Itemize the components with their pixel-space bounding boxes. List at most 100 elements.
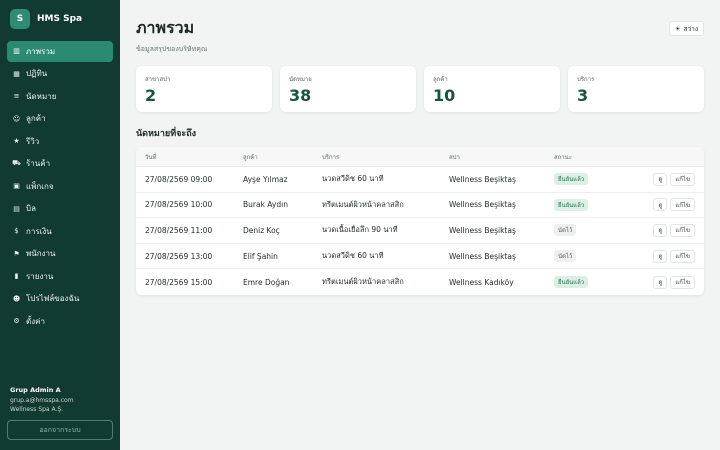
cell-status: ยืนยันแล้ว: [554, 173, 636, 186]
cell-date: 27/08/2569 13:00: [145, 251, 213, 261]
user-name: Grup Admin A: [10, 386, 61, 394]
table-body: 27/08/2569 09:00 Ayşe Yılmaz นวดสวีดิช 60 …: [136, 167, 704, 295]
stat-label: บริการ: [577, 76, 595, 83]
sidebar-item-label: ลูกค้า: [26, 114, 46, 124]
status-badge: ยืนยันแล้ว: [554, 198, 589, 211]
cell-spa: Wellness Beşiktaş: [449, 200, 516, 210]
cell-service: ทรีตเมนต์ผิวหน้าคลาสสิก: [322, 277, 404, 287]
page-title: ภาพรวม: [136, 18, 195, 37]
col-status: สถานะ: [554, 153, 572, 161]
view-button[interactable]: ดู: [653, 198, 668, 212]
table-row: 27/08/2569 13:00 Elif Şahin นวดสวีดิช 60 น…: [136, 244, 704, 270]
sidebar-item-0[interactable]: ▥ ภาพรวม: [7, 41, 113, 62]
edit-button[interactable]: แก้ไข: [670, 223, 695, 237]
cell-actions: ดู แก้ไข: [636, 249, 704, 263]
stat-label: สาขาสปา: [145, 76, 171, 83]
stat-value: 10: [433, 86, 456, 105]
brand[interactable]: S HMS Spa: [0, 0, 120, 38]
col-date: วันที่: [145, 153, 157, 161]
cell-actions: ดู แก้ไข: [636, 198, 704, 212]
nav-icon: ⚑: [13, 249, 20, 258]
col-service: บริการ: [322, 153, 340, 161]
status-badge: นัดไว้: [554, 250, 577, 263]
stat-card: บริการ 3: [568, 66, 704, 112]
cell-actions: ดู แก้ไข: [636, 172, 704, 186]
stat-card: ลูกค้า 10: [424, 66, 560, 112]
sidebar-item-label: การเงิน: [26, 226, 52, 236]
cell-status: นัดไว้: [554, 224, 636, 237]
nav-icon: ⛟: [12, 159, 21, 168]
cell-date: 27/08/2569 15:00: [145, 277, 213, 287]
sidebar-item-label: แพ็กเกจ: [26, 181, 54, 191]
status-badge: ยืนยันแล้ว: [554, 173, 589, 186]
sidebar-item-11[interactable]: ☻ โปรไฟล์ของฉัน: [7, 289, 113, 310]
sidebar-item-1[interactable]: ▦ ปฏิทิน: [7, 64, 113, 85]
appointments-table: วันที่ ลูกค้า บริการ สปา สถานะ 27/08/256…: [136, 147, 704, 295]
table-row: 27/08/2569 11:00 Deniz Koç นวดเนื้อเยื่อลึ…: [136, 218, 704, 244]
cell-status: นัดไว้: [554, 250, 636, 263]
theme-toggle-button[interactable]: ☀ สว่าง: [668, 21, 704, 36]
cell-status: ยืนยันแล้ว: [554, 276, 636, 289]
stat-value: 38: [289, 86, 312, 105]
status-badge: นัดไว้: [554, 224, 577, 237]
cell-service: นวดสวีดิช 60 นาที: [322, 251, 384, 261]
edit-button[interactable]: แก้ไข: [670, 249, 695, 263]
sidebar-item-3[interactable]: ☺ ลูกค้า: [7, 109, 113, 130]
nav-icon: $: [14, 227, 19, 236]
page-subtitle: ข้อมูลสรุปของบริษัทคุณ: [136, 45, 208, 53]
stat-card: สาขาสปา 2: [136, 66, 272, 112]
cell-actions: ดู แก้ไข: [636, 275, 704, 289]
main-content: ภาพรวม ข้อมูลสรุปของบริษัทคุณ ☀ สว่าง สา…: [120, 0, 720, 450]
cell-service: นวดสวีดิช 60 นาที: [322, 174, 384, 184]
cell-actions: ดู แก้ไข: [636, 223, 704, 237]
view-button[interactable]: ดู: [653, 223, 668, 237]
sidebar-item-7[interactable]: ▤ บิล: [7, 199, 113, 220]
cell-date: 27/08/2569 10:00: [145, 200, 213, 210]
sidebar: S HMS Spa ▥ ภาพรวม ▦ ปฏิทิน ≡ นัดหมาย ☺ ลูกค้า ★…: [0, 0, 120, 450]
sidebar-item-label: ตั้งค่า: [26, 316, 45, 326]
cell-customer: Ayşe Yılmaz: [243, 174, 288, 184]
view-button[interactable]: ดู: [653, 275, 668, 289]
user-company: Wellness Spa A.Ş.: [10, 406, 64, 413]
stat-value: 3: [577, 86, 589, 105]
view-button[interactable]: ดู: [653, 249, 668, 263]
table-header: วันที่ ลูกค้า บริการ สปา สถานะ: [136, 147, 704, 167]
sidebar-item-label: พนักงาน: [26, 249, 56, 259]
sidebar-item-label: รายงาน: [26, 271, 54, 281]
upcoming-appointments-title: นัดหมายที่จะถึง: [136, 129, 197, 139]
nav-icon: ▮: [14, 272, 19, 281]
cell-customer: Emre Doğan: [243, 277, 290, 287]
sidebar-item-2[interactable]: ≡ นัดหมาย: [7, 86, 113, 107]
edit-button[interactable]: แก้ไข: [670, 198, 695, 212]
sidebar-item-9[interactable]: ⚑ พนักงาน: [7, 244, 113, 265]
sidebar-item-label: โปรไฟล์ของฉัน: [26, 294, 80, 304]
cell-service: นวดเนื้อเยื่อลึก 90 นาที: [322, 225, 398, 235]
edit-button[interactable]: แก้ไข: [670, 275, 695, 289]
cell-service: ทรีตเมนต์ผิวหน้าคลาสสิก: [322, 199, 404, 209]
app-root: S HMS Spa ▥ ภาพรวม ▦ ปฏิทิน ≡ นัดหมาย ☺ ลูกค้า ★…: [0, 0, 720, 450]
edit-button[interactable]: แก้ไข: [670, 172, 695, 186]
cell-customer: Deniz Koç: [243, 225, 280, 235]
cell-customer: Burak Aydın: [243, 200, 288, 210]
sidebar-item-label: บิล: [26, 204, 36, 214]
sidebar-item-6[interactable]: ▣ แพ็กเกจ: [7, 176, 113, 197]
stats-row: สาขาสปา 2 นัดหมาย 38 ลูกค้า 10 บริการ 3: [136, 66, 704, 112]
cell-date: 27/08/2569 11:00: [145, 225, 213, 235]
nav-icon: ▤: [13, 204, 20, 213]
nav-icon: ≡: [13, 92, 20, 101]
nav-icon: ▣: [13, 182, 20, 191]
sidebar-item-5[interactable]: ⛟ ร้านค้า: [7, 154, 113, 175]
sidebar-item-label: ร้านค้า: [26, 159, 51, 169]
sidebar-item-8[interactable]: $ การเงิน: [7, 221, 113, 242]
nav-icon: ▥: [13, 47, 20, 56]
sidebar-item-10[interactable]: ▮ รายงาน: [7, 266, 113, 287]
sidebar-item-4[interactable]: ★ รีวิว: [7, 131, 113, 152]
col-spa: สปา: [449, 153, 460, 161]
cell-spa: Wellness Beşiktaş: [449, 225, 516, 235]
view-button[interactable]: ดู: [653, 172, 668, 186]
cell-status: ยืนยันแล้ว: [554, 198, 636, 211]
brand-logo: S: [10, 8, 30, 29]
sidebar-item-12[interactable]: ⚙ ตั้งค่า: [7, 311, 113, 332]
logout-button[interactable]: ออกจากระบบ: [7, 420, 113, 440]
sidebar-nav: ▥ ภาพรวม ▦ ปฏิทิน ≡ นัดหมาย ☺ ลูกค้า ★ รีวิว ⛟ ร้าน…: [0, 38, 120, 335]
